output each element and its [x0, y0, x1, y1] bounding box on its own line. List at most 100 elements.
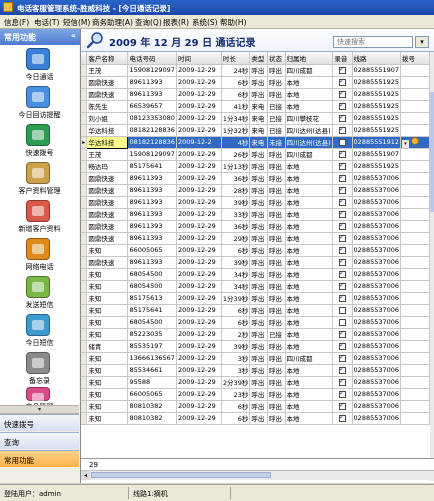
- cell-dial[interactable]: [400, 328, 430, 341]
- recording-checkbox[interactable]: [338, 281, 346, 290]
- section-common[interactable]: 常用功能: [0, 450, 79, 467]
- recording-checkbox[interactable]: [338, 113, 346, 122]
- cell-recording[interactable]: [332, 172, 353, 185]
- recording-checkbox[interactable]: [338, 233, 346, 242]
- table-row[interactable]: 未知855346612009-12-293秒呼出呼出本地02885537006: [81, 364, 430, 377]
- table-row[interactable]: 未知680545002009-12-2934秒呼出呼出本地02885537006: [81, 280, 430, 293]
- search-dropdown-button[interactable]: ▾: [415, 36, 429, 48]
- recording-checkbox[interactable]: [338, 377, 346, 386]
- recording-checkbox[interactable]: [338, 293, 346, 302]
- cell-dial[interactable]: [400, 184, 430, 197]
- cell-dial[interactable]: [400, 364, 430, 377]
- cell-recording[interactable]: [332, 292, 353, 305]
- cell-recording[interactable]: [332, 196, 353, 209]
- cell-recording[interactable]: [332, 340, 353, 353]
- cell-recording[interactable]: [332, 232, 353, 245]
- cell-dial[interactable]: [400, 64, 430, 77]
- collapse-icon[interactable]: «: [71, 31, 76, 40]
- cell-recording[interactable]: [332, 220, 353, 233]
- col-duration[interactable]: 时长: [221, 52, 251, 65]
- cell-dial[interactable]: [400, 388, 430, 401]
- cell-recording[interactable]: [332, 64, 353, 77]
- cell-dial[interactable]: [400, 160, 430, 173]
- sidebar-item-network-phone[interactable]: 网络电话: [0, 235, 79, 273]
- dropdown-icon[interactable]: ▾: [402, 139, 410, 147]
- table-row[interactable]: 未知808103822009-12-296秒呼出呼出本地02885537006: [81, 400, 430, 413]
- table-row[interactable]: 未知 68054500 2009-12-29 6秒 呼出 呼出 本地 02885537006: [81, 316, 430, 329]
- recording-checkbox[interactable]: [338, 365, 346, 374]
- cell-recording[interactable]: [332, 388, 353, 401]
- cell-recording[interactable]: [332, 316, 353, 329]
- recording-checkbox[interactable]: [338, 306, 346, 314]
- recording-checkbox[interactable]: [338, 401, 346, 410]
- cell-recording[interactable]: [332, 88, 353, 101]
- col-time[interactable]: 时间: [176, 52, 222, 65]
- recording-checkbox[interactable]: [338, 149, 346, 158]
- sidebar-item-send-sms[interactable]: 发送短信: [0, 273, 79, 311]
- recording-checkbox[interactable]: [338, 77, 346, 86]
- recording-checkbox[interactable]: [338, 353, 346, 362]
- cell-dial[interactable]: [400, 232, 430, 245]
- table-row[interactable]: 圆鼎快速896113932009-12-2936秒呼出呼出本地028855370…: [81, 220, 430, 233]
- recording-checkbox[interactable]: [338, 161, 346, 170]
- recording-checkbox[interactable]: [338, 173, 346, 182]
- table-row[interactable]: 刘小姐081233530802009-12-291分34秒来电已接四川攀枝花 02…: [81, 112, 430, 125]
- cell-dial[interactable]: [400, 340, 430, 353]
- col-phone[interactable]: 电话号码: [127, 52, 177, 65]
- cell-recording[interactable]: [332, 304, 353, 317]
- cell-recording[interactable]: [332, 148, 353, 161]
- scroll-left-icon[interactable]: ◂: [81, 471, 90, 480]
- recording-checkbox[interactable]: [338, 318, 346, 326]
- recording-checkbox[interactable]: [338, 413, 346, 422]
- recording-checkbox[interactable]: [338, 101, 346, 110]
- cell-dial[interactable]: [400, 256, 430, 269]
- cell-dial[interactable]: [400, 88, 430, 101]
- recording-checkbox[interactable]: [338, 341, 346, 350]
- cell-dial[interactable]: [400, 172, 430, 185]
- cell-recording[interactable]: [332, 244, 353, 257]
- recording-checkbox[interactable]: [338, 269, 346, 278]
- cell-recording[interactable]: [332, 112, 353, 125]
- cell-recording[interactable]: [332, 364, 353, 377]
- table-row[interactable]: 圆鼎快速896113932009-12-2928秒呼出呼出本地028855370…: [81, 184, 430, 197]
- col-line[interactable]: 线路: [352, 52, 402, 65]
- cell-recording[interactable]: [332, 400, 353, 413]
- cell-recording[interactable]: [332, 280, 353, 293]
- cell-recording[interactable]: [332, 184, 353, 197]
- col-recording[interactable]: 录音: [332, 52, 353, 65]
- recording-checkbox[interactable]: [338, 197, 346, 206]
- cell-recording[interactable]: [332, 412, 353, 425]
- menu-query[interactable]: 查询(Q): [135, 17, 162, 28]
- table-row[interactable]: 未知680545002009-12-2934秒呼出呼出本地02885537006: [81, 268, 430, 281]
- section-query[interactable]: 查询: [0, 432, 79, 449]
- vertical-scrollbar[interactable]: [430, 52, 434, 481]
- table-row[interactable]: 圆鼎快速896113932009-12-2929秒呼出呼出本地028855370…: [81, 232, 430, 245]
- cell-dial[interactable]: [400, 268, 430, 281]
- table-row[interactable]: 畅达玛851756412009-12-291分13秒呼出呼出本地02885551…: [81, 160, 430, 173]
- cell-recording[interactable]: [332, 352, 353, 365]
- recording-checkbox[interactable]: [338, 221, 346, 230]
- cell-recording[interactable]: [332, 328, 353, 341]
- table-row[interactable]: 未知955882009-12-292分39秒呼出呼出本地02885537006: [81, 376, 430, 389]
- menu-system[interactable]: 系统(S): [192, 17, 218, 28]
- sidebar-item-add-customer[interactable]: 新增客户资料: [0, 197, 79, 235]
- table-row[interactable]: 圆鼎快速896113932009-12-2933秒呼出呼出本地028855370…: [81, 208, 430, 221]
- cell-recording[interactable]: [332, 100, 353, 113]
- cell-recording[interactable]: [332, 256, 353, 269]
- cell-dial[interactable]: [400, 352, 430, 365]
- recording-checkbox[interactable]: [338, 138, 346, 146]
- col-location[interactable]: 归属地: [285, 52, 334, 65]
- sidebar-item-quick-dial[interactable]: 快速拨号: [0, 121, 79, 159]
- cell-dial[interactable]: [400, 124, 430, 137]
- cell-dial[interactable]: [400, 244, 430, 257]
- cell-dial[interactable]: [400, 196, 430, 209]
- table-row[interactable]: 未知808103822009-12-296秒呼出呼出本地02885537006: [81, 412, 430, 425]
- sidebar-item-today-sms[interactable]: 今日短信: [0, 311, 79, 349]
- cell-recording[interactable]: [332, 160, 353, 173]
- recording-checkbox[interactable]: [338, 125, 346, 134]
- table-row[interactable]: 未知660050652009-12-296秒呼出呼出本地02885537006: [81, 244, 430, 257]
- sidebar-scroll-down-icon[interactable]: ▾: [0, 405, 79, 414]
- cell-recording[interactable]: [332, 136, 353, 149]
- sidebar-item-memo[interactable]: 备忘录: [0, 349, 79, 387]
- cell-dial[interactable]: [400, 280, 430, 293]
